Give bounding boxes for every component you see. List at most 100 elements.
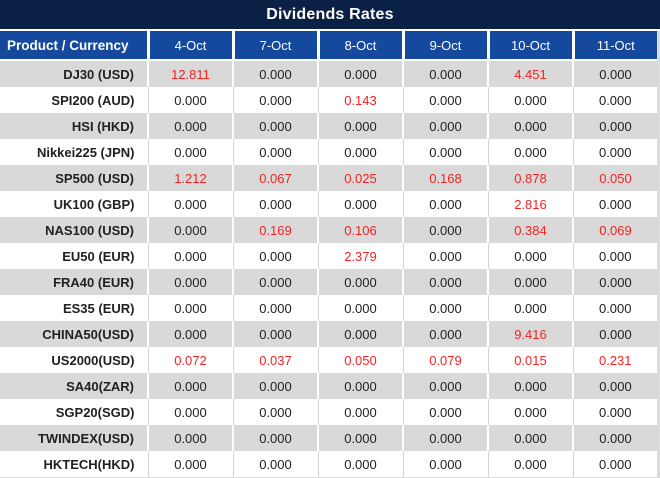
dividend-value-cell: 0.000	[147, 217, 233, 243]
table-row: US2000(USD) 0.072 0.037 0.050 0.079 0.015 0.23…	[0, 347, 657, 373]
product-cell: SPI200 (AUD)	[0, 87, 148, 113]
dividend-value-cell: 0.000	[147, 191, 233, 217]
dividend-value-cell: 2.816	[487, 191, 573, 217]
dividend-value-cell: 0.000	[147, 425, 233, 451]
dividend-value-cell: 0.000	[402, 87, 488, 113]
dividend-value-cell: 0.025	[317, 165, 403, 191]
dividend-value-cell: 0.000	[147, 295, 233, 321]
dividend-value-cell: 4.451	[487, 60, 573, 87]
table-row: UK100 (GBP) 0.000 0.000 0.000 0.000 2.816 0.00…	[0, 191, 657, 217]
page-title: Dividends Rates	[0, 0, 660, 31]
table-row: TWINDEX(USD) 0.000 0.000 0.000 0.000 0.000 0.0…	[0, 425, 657, 451]
table-row: FRA40 (EUR) 0.000 0.000 0.000 0.000 0.000 0.00…	[0, 269, 657, 295]
product-cell: UK100 (GBP)	[0, 191, 148, 217]
dividend-value-cell: 0.000	[317, 191, 403, 217]
dividends-rates-widget: Dividends Rates Product / Currency 4-Oct…	[0, 0, 660, 477]
product-cell: ES35 (EUR)	[0, 295, 148, 321]
dividend-value-cell: 0.000	[487, 373, 573, 399]
table-body: DJ30 (USD) 12.811 0.000 0.000 0.000 4.451 0.00…	[0, 60, 657, 477]
dividend-value-cell: 0.000	[487, 113, 573, 139]
dividend-value-cell: 0.000	[147, 113, 233, 139]
dividend-value-cell: 0.000	[572, 399, 657, 425]
dividend-value-cell: 0.000	[402, 139, 488, 165]
dividend-value-cell: 0.079	[402, 347, 488, 373]
dividend-value-cell: 0.000	[487, 243, 573, 269]
dividend-value-cell: 0.000	[572, 87, 657, 113]
dividend-value-cell: 0.000	[232, 373, 318, 399]
dividend-value-cell: 0.000	[147, 139, 233, 165]
table-row: Nikkei225 (JPN) 0.000 0.000 0.000 0.000 0.000…	[0, 139, 657, 165]
dividend-value-cell: 0.050	[317, 347, 403, 373]
dividend-value-cell: 0.000	[402, 321, 488, 347]
dividend-value-cell: 0.000	[317, 60, 403, 87]
date-column-header: 10-Oct	[486, 31, 573, 61]
dividend-value-cell: 0.000	[487, 451, 573, 477]
dividend-value-cell: 0.000	[147, 399, 233, 425]
product-cell: CHINA50(USD)	[0, 321, 148, 347]
dividend-value-cell: 0.000	[402, 295, 488, 321]
dividend-value-cell: 0.000	[232, 321, 318, 347]
dividend-value-cell: 0.000	[232, 425, 318, 451]
dividend-value-cell: 0.000	[487, 425, 573, 451]
table-row: HSI (HKD) 0.000 0.000 0.000 0.000 0.000 0.000	[0, 113, 657, 139]
dividend-value-cell: 0.000	[232, 243, 318, 269]
dividend-value-cell: 0.000	[317, 139, 403, 165]
dividend-value-cell: 0.000	[487, 87, 573, 113]
dividend-value-cell: 0.000	[317, 425, 403, 451]
dividend-value-cell: 0.000	[402, 60, 488, 87]
dividend-value-cell: 0.000	[402, 113, 488, 139]
table-row: ES35 (EUR) 0.000 0.000 0.000 0.000 0.000 0.000	[0, 295, 657, 321]
dividend-value-cell: 0.000	[572, 295, 657, 321]
dividends-rates-table: Product / Currency 4-Oct 7-Oct 8-Oct 9-Oct 1…	[0, 31, 657, 477]
dividend-value-cell: 0.000	[487, 295, 573, 321]
dividend-value-cell: 0.000	[147, 373, 233, 399]
dividend-value-cell: 0.143	[317, 87, 403, 113]
date-column-header: 7-Oct	[231, 31, 318, 61]
table-row: NAS100 (USD) 0.000 0.169 0.106 0.000 0.384 0.0…	[0, 217, 657, 243]
dividend-value-cell: 0.106	[317, 217, 403, 243]
date-column-header: 11-Oct	[571, 31, 657, 61]
table-row: CHINA50(USD) 0.000 0.000 0.000 0.000 9.416 0.0…	[0, 321, 657, 347]
dividend-value-cell: 0.000	[232, 191, 318, 217]
dividend-value-cell: 0.000	[402, 373, 488, 399]
dividend-value-cell: 12.811	[147, 60, 233, 87]
dividend-value-cell: 9.416	[487, 321, 573, 347]
dividend-value-cell: 0.000	[232, 399, 318, 425]
dividend-value-cell: 0.000	[402, 399, 488, 425]
table-row: DJ30 (USD) 12.811 0.000 0.000 0.000 4.451 0.00…	[0, 60, 657, 87]
dividend-value-cell: 0.000	[572, 243, 657, 269]
date-column-header: 4-Oct	[146, 31, 233, 61]
product-cell: SP500 (USD)	[0, 165, 148, 191]
dividend-value-cell: 0.000	[232, 269, 318, 295]
dividend-value-cell: 0.000	[572, 451, 657, 477]
dividend-value-cell: 0.231	[572, 347, 657, 373]
dividend-value-cell: 0.000	[572, 269, 657, 295]
dividend-value-cell: 2.379	[317, 243, 403, 269]
product-cell: Nikkei225 (JPN)	[0, 139, 148, 165]
dividend-value-cell: 0.000	[232, 60, 318, 87]
dividend-value-cell: 0.000	[232, 113, 318, 139]
table-row: SPI200 (AUD) 0.000 0.000 0.143 0.000 0.000 0.0…	[0, 87, 657, 113]
dividend-value-cell: 0.000	[232, 295, 318, 321]
dividend-value-cell: 0.000	[147, 243, 233, 269]
dividend-value-cell: 0.000	[317, 321, 403, 347]
product-cell: HKTECH(HKD)	[0, 451, 148, 477]
dividend-value-cell: 0.000	[572, 60, 657, 87]
dividend-value-cell: 0.000	[572, 139, 657, 165]
dividend-value-cell: 0.000	[147, 321, 233, 347]
dividend-value-cell: 0.069	[572, 217, 657, 243]
dividend-value-cell: 0.000	[147, 269, 233, 295]
table-row: HKTECH(HKD) 0.000 0.000 0.000 0.000 0.000 0.00…	[0, 451, 657, 477]
dividend-value-cell: 0.000	[232, 139, 318, 165]
table-row: SA40(ZAR) 0.000 0.000 0.000 0.000 0.000 0.000	[0, 373, 657, 399]
dividend-value-cell: 0.000	[402, 191, 488, 217]
dividend-value-cell: 0.067	[232, 165, 318, 191]
product-cell: TWINDEX(USD)	[0, 425, 148, 451]
dividend-value-cell: 0.000	[572, 321, 657, 347]
dividend-value-cell: 1.212	[147, 165, 233, 191]
dividend-value-cell: 0.000	[402, 269, 488, 295]
dividend-value-cell: 0.000	[402, 425, 488, 451]
dividend-value-cell: 0.000	[232, 451, 318, 477]
product-cell: SA40(ZAR)	[0, 373, 148, 399]
dividend-value-cell: 0.384	[487, 217, 573, 243]
